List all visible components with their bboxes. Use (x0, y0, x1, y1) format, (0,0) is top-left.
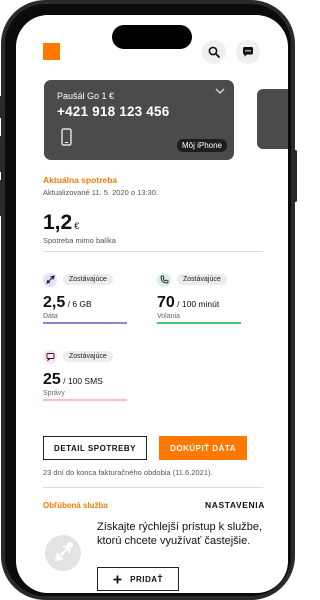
divider (43, 251, 263, 252)
add-label: PRIDAŤ (130, 574, 163, 584)
smartphone-icon (61, 128, 72, 146)
phone-frame: Paušál Go 1 € +421 918 123 456 Môj iPhon… (0, 0, 297, 600)
usage-label: Správy (43, 390, 65, 397)
favorite-service-icon (45, 535, 81, 571)
usage-progress (43, 322, 127, 324)
usage-label: Volania (157, 313, 180, 320)
usage-amount: 70 (157, 294, 175, 311)
buy-data-button[interactable]: DOKÚPIŤ DÁTA (159, 436, 247, 460)
search-button[interactable] (202, 40, 226, 64)
chat-button[interactable] (236, 40, 260, 64)
volume-up-button (0, 136, 2, 172)
usage-amount: 2,5 (43, 294, 66, 311)
remaining-badge: Zostávajúce (63, 274, 113, 285)
phone-bezel: Paušál Go 1 € +421 918 123 456 Môj iPhon… (5, 4, 291, 596)
orange-logo[interactable] (43, 43, 60, 60)
updated-timestamp: Aktualizované 11. 5. 2020 o 13:30. (43, 188, 158, 197)
data-icon (43, 272, 57, 287)
phone-number: +421 918 123 456 (57, 104, 170, 119)
amount-label: Spotreba mimo balíka (43, 236, 116, 245)
usage-calls[interactable]: Zostávajúce 70 / 100 minút Volania (157, 272, 252, 324)
usage-value: 25 / 100 SMS (43, 371, 138, 389)
remaining-badge: Zostávajúce (177, 274, 227, 285)
message-icon (43, 349, 57, 364)
usage-value: 2,5 / 6 GB (43, 294, 138, 312)
search-icon (208, 46, 220, 58)
extra-spend-amount: 1,2 € (43, 211, 79, 235)
usage-sms[interactable]: Zostávajúce 25 / 100 SMS Správy (43, 349, 138, 401)
usage-total: / 100 SMS (60, 376, 103, 386)
usage-value: 70 / 100 minút (157, 294, 252, 312)
detail-consumption-button[interactable]: DETAIL SPOTREBY (43, 436, 147, 460)
usage-label: Dáta (43, 313, 58, 320)
plan-name: Paušál Go 1 € (57, 91, 115, 101)
app-screen: Paušál Go 1 € +421 918 123 456 Môj iPhon… (16, 15, 288, 593)
usage-progress (43, 399, 127, 401)
usage-total: / 100 minút (174, 299, 220, 309)
favorite-service-title: Obľúbená služba (43, 501, 108, 510)
power-button (294, 150, 297, 202)
divider (43, 487, 263, 488)
usage-data[interactable]: Zostávajúce 2,5 / 6 GB Dáta (43, 272, 138, 324)
usage-progress (157, 322, 241, 324)
consumption-title: Aktuálna spotreba (43, 175, 118, 185)
next-card-peek[interactable] (257, 89, 288, 149)
volume-down-button (0, 180, 2, 216)
amount-value: 1,2 (43, 211, 73, 234)
mute-switch (0, 96, 2, 118)
favorite-promo-text: Získajte rýchlejší prístup k službe, kto… (97, 521, 263, 547)
phone-icon (157, 272, 171, 287)
dynamic-island (112, 25, 192, 49)
chat-icon (243, 47, 253, 57)
subscription-card[interactable]: Paušál Go 1 € +421 918 123 456 Môj iPhon… (44, 80, 234, 160)
currency: € (74, 221, 80, 231)
usage-amount: 25 (43, 371, 61, 388)
device-badge: Môj iPhone (176, 139, 227, 152)
billing-period-note: 23 dní do konca fakturačného obdobia (11… (43, 468, 213, 477)
chevron-down-icon[interactable] (215, 88, 225, 94)
plus-icon (113, 575, 122, 583)
settings-link[interactable]: NASTAVENIA (205, 500, 265, 510)
add-favorite-button[interactable]: PRIDAŤ (97, 567, 179, 591)
remaining-badge: Zostávajúce (63, 351, 113, 362)
usage-total: / 6 GB (65, 299, 92, 309)
